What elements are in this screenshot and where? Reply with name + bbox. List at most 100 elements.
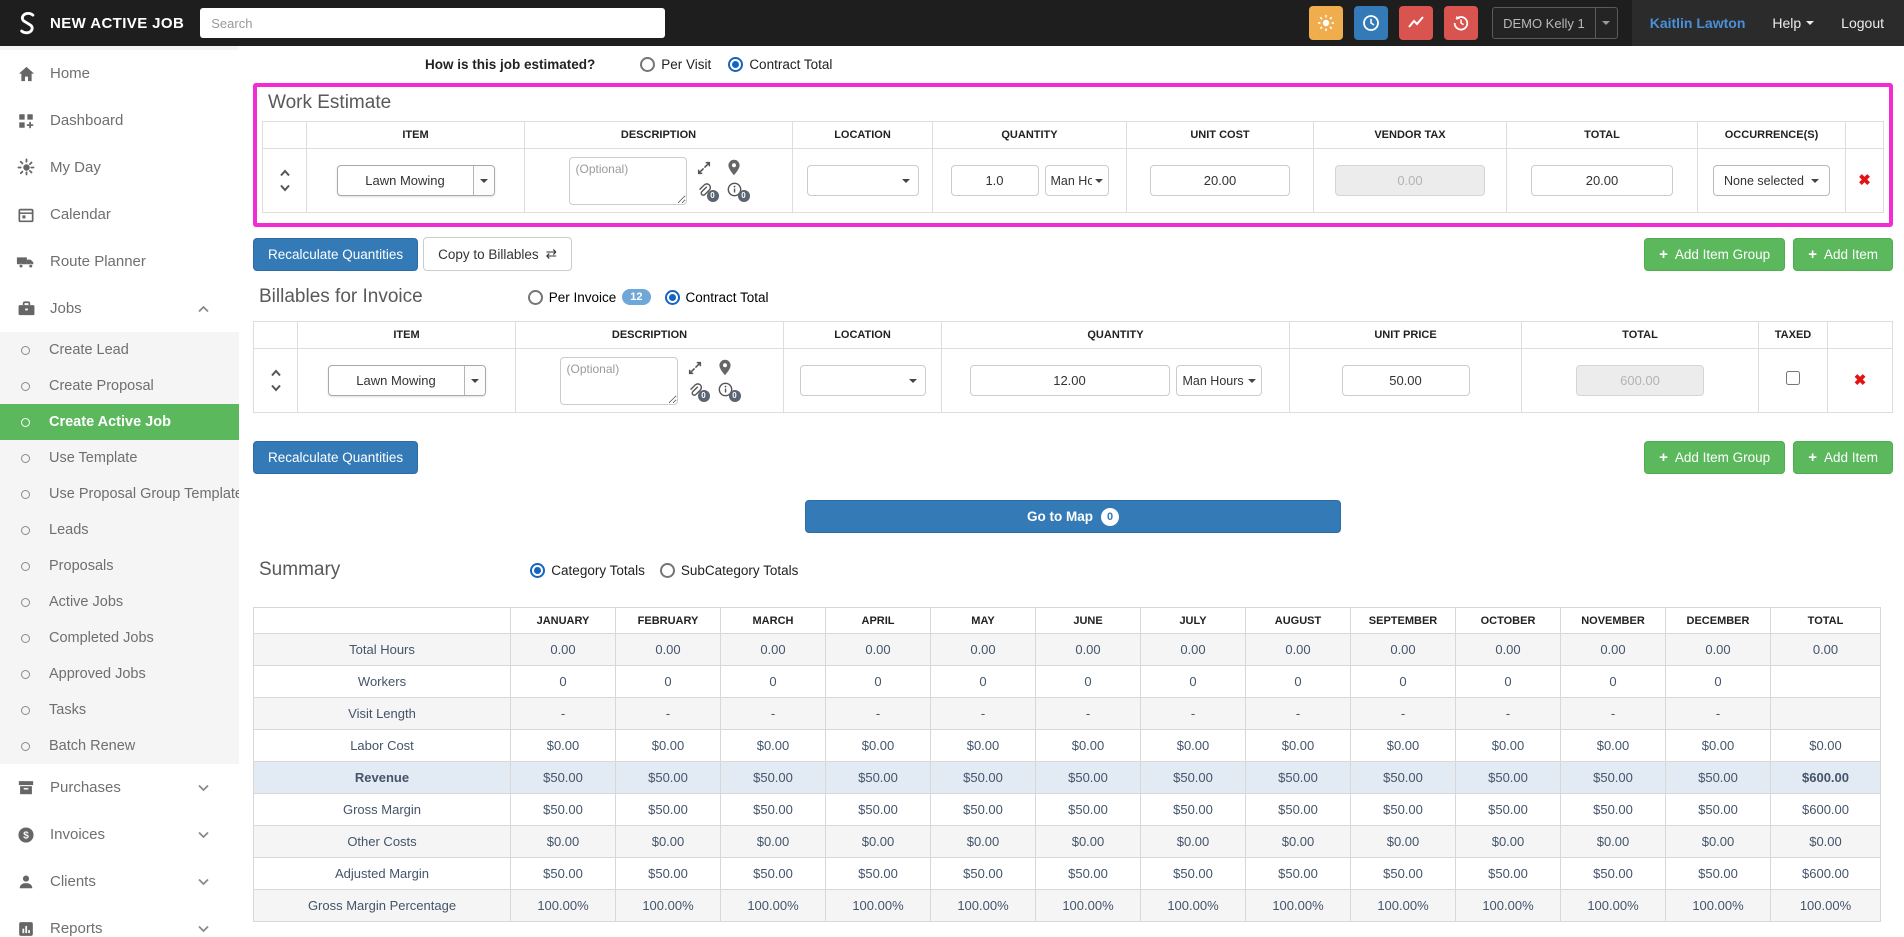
add-item-button[interactable]: +Add Item xyxy=(1793,238,1893,271)
summary-cell: $0.00 xyxy=(1666,826,1771,858)
quantity-input[interactable] xyxy=(951,165,1039,196)
unit-cost-input[interactable] xyxy=(1150,165,1290,196)
row-reorder-handle[interactable] xyxy=(266,169,303,192)
sidebar-item-calendar[interactable]: Calendar xyxy=(0,191,239,238)
history-button[interactable] xyxy=(1444,6,1478,40)
sidebar-item-use-template[interactable]: Use Template xyxy=(0,440,239,476)
item-select[interactable]: Lawn Mowing xyxy=(337,165,495,196)
account-selector[interactable]: DEMO Kelly 1 xyxy=(1492,7,1618,39)
dashboard-icon xyxy=(16,111,36,131)
col-unit-cost: UNIT COST xyxy=(1127,122,1314,149)
radio-per-invoice[interactable]: Per Invoice 12 xyxy=(528,289,651,305)
summary-cell: $50.00 xyxy=(1666,794,1771,826)
chevron-down-icon[interactable] xyxy=(1595,8,1617,38)
sidebar-item-jobs[interactable]: Jobs xyxy=(0,285,239,332)
add-item-group-button[interactable]: +Add Item Group xyxy=(1644,238,1785,271)
map-pin-icon[interactable] xyxy=(727,159,747,177)
recalculate-quantities-button[interactable]: Recalculate Quantities xyxy=(253,238,418,271)
expand-icon[interactable] xyxy=(687,359,707,377)
summary-column-header: JULY xyxy=(1141,608,1246,634)
sidebar-item-purchases[interactable]: Purchases xyxy=(0,764,239,811)
recalculate-quantities-button[interactable]: Recalculate Quantities xyxy=(253,441,418,474)
billables-row: Lawn Mowing 0 0 xyxy=(254,349,1893,413)
sidebar-item-create-proposal[interactable]: Create Proposal xyxy=(0,368,239,404)
user-name-link[interactable]: Kaitlin Lawton xyxy=(1650,15,1746,31)
radio-selected-icon[interactable] xyxy=(530,563,545,578)
item-select[interactable]: Lawn Mowing xyxy=(328,365,486,396)
summary-cell: $50.00 xyxy=(1666,858,1771,890)
unit-select[interactable]: Man Hours xyxy=(1176,365,1262,396)
description-textarea[interactable] xyxy=(560,357,678,405)
summary-cell: - xyxy=(931,698,1036,730)
chevron-down-icon[interactable] xyxy=(464,366,485,395)
summary-cell: - xyxy=(1666,698,1771,730)
radio-contract-total[interactable]: Contract Total xyxy=(728,57,832,72)
logout-button[interactable]: Logout xyxy=(1841,15,1884,31)
info-icon[interactable]: 0 xyxy=(727,181,747,199)
delete-row-button[interactable]: ✖ xyxy=(1854,372,1867,389)
copy-to-billables-button[interactable]: Copy to Billables⇄ xyxy=(423,237,572,271)
summary-column-header: DECEMBER xyxy=(1666,608,1771,634)
add-item-group-button[interactable]: +Add Item Group xyxy=(1644,441,1785,474)
radio-icon[interactable] xyxy=(528,290,543,305)
taxed-checkbox[interactable] xyxy=(1786,371,1800,385)
radio-subcategory-totals[interactable]: SubCategory Totals xyxy=(660,563,799,578)
occurrences-dropdown[interactable]: None selected xyxy=(1713,165,1830,196)
home-icon xyxy=(16,64,36,84)
sidebar-item-use-proposal-group-template[interactable]: Use Proposal Group Template xyxy=(0,476,239,512)
summary-cell: $50.00 xyxy=(1666,762,1771,794)
add-item-button[interactable]: +Add Item xyxy=(1793,441,1893,474)
clock-button[interactable] xyxy=(1354,6,1388,40)
chart-button[interactable] xyxy=(1399,6,1433,40)
attachment-icon[interactable]: 0 xyxy=(696,181,716,199)
radio-icon[interactable] xyxy=(660,563,675,578)
sidebar-item-label: Active Jobs xyxy=(49,594,239,610)
row-reorder-handle[interactable] xyxy=(257,369,294,392)
location-select[interactable] xyxy=(807,165,919,196)
radio-per-visit[interactable]: Per Visit xyxy=(640,57,711,72)
radio-selected-icon[interactable] xyxy=(665,290,680,305)
description-textarea[interactable] xyxy=(569,157,687,205)
quantity-input[interactable] xyxy=(970,365,1170,396)
summary-header-row: JANUARYFEBRUARYMARCHAPRILMAYJUNEJULYAUGU… xyxy=(254,608,1881,634)
summary-cell: 0.00 xyxy=(616,634,721,666)
sidebar-item-dashboard[interactable]: Dashboard xyxy=(0,97,239,144)
radio-icon[interactable] xyxy=(640,57,655,72)
sidebar-item-invoices[interactable]: $Invoices xyxy=(0,811,239,858)
sidebar-item-route-planner[interactable]: Route Planner xyxy=(0,238,239,285)
unit-select[interactable]: Man Hou xyxy=(1045,165,1109,196)
sidebar-item-proposals[interactable]: Proposals xyxy=(0,548,239,584)
sidebar-item-active-jobs[interactable]: Active Jobs xyxy=(0,584,239,620)
radio-billables-contract-total[interactable]: Contract Total xyxy=(665,290,769,305)
radio-selected-icon[interactable] xyxy=(728,57,743,72)
go-to-map-button[interactable]: Go to Map 0 xyxy=(805,500,1341,533)
sidebar-item-completed-jobs[interactable]: Completed Jobs xyxy=(0,620,239,656)
chevron-down-icon[interactable] xyxy=(473,166,494,195)
expand-icon[interactable] xyxy=(696,159,716,177)
summary-column-header: OCTOBER xyxy=(1456,608,1561,634)
sidebar-item-batch-renew[interactable]: Batch Renew xyxy=(0,728,239,764)
unit-price-input[interactable] xyxy=(1342,365,1470,396)
sun-button[interactable] xyxy=(1309,6,1343,40)
map-pin-icon[interactable] xyxy=(718,359,738,377)
summary-cell: 0 xyxy=(931,666,1036,698)
search-input[interactable] xyxy=(200,8,665,38)
sidebar-item-reports[interactable]: Reports xyxy=(0,905,239,937)
sidebar-item-create-active-job[interactable]: Create Active Job xyxy=(0,404,239,440)
sidebar-item-home[interactable]: Home xyxy=(0,50,239,97)
radio-per-visit-label: Per Visit xyxy=(661,57,711,72)
info-icon[interactable]: 0 xyxy=(718,381,738,399)
sidebar-item-clients[interactable]: Clients xyxy=(0,858,239,905)
help-menu[interactable]: Help xyxy=(1772,15,1814,31)
summary-column-header: AUGUST xyxy=(1246,608,1351,634)
location-select[interactable] xyxy=(800,365,926,396)
sidebar-item-approved-jobs[interactable]: Approved Jobs xyxy=(0,656,239,692)
sidebar-item-leads[interactable]: Leads xyxy=(0,512,239,548)
radio-category-totals[interactable]: Category Totals xyxy=(530,563,645,578)
sidebar-item-my-day[interactable]: My Day xyxy=(0,144,239,191)
attachment-icon[interactable]: 0 xyxy=(687,381,707,399)
delete-row-button[interactable]: ✖ xyxy=(1858,172,1871,189)
sidebar-item-tasks[interactable]: Tasks xyxy=(0,692,239,728)
total-input[interactable] xyxy=(1531,165,1673,196)
sidebar-item-create-lead[interactable]: Create Lead xyxy=(0,332,239,368)
